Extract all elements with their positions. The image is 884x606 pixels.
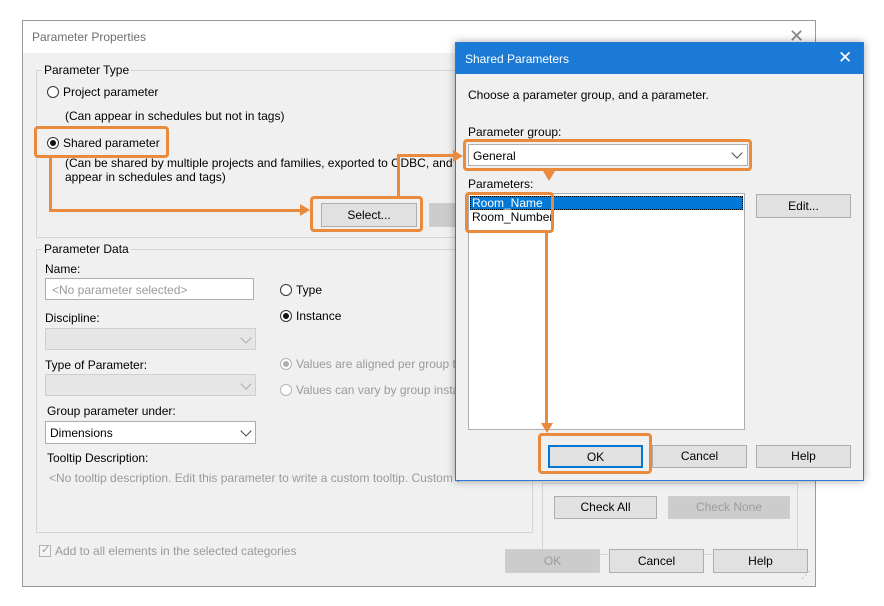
group-under-label: Group parameter under:: [47, 404, 176, 418]
parameter-group-highlight: [463, 139, 752, 171]
group-under-value: Dimensions: [50, 426, 113, 440]
tooltip-label: Tooltip Description:: [47, 451, 149, 465]
project-parameter-label: Project parameter: [63, 85, 159, 99]
parameter-data-group-label: Parameter Data: [42, 242, 131, 256]
dialog-titlebar: Shared Parameters ✕: [456, 43, 863, 74]
name-placeholder: <No parameter selected>: [52, 283, 188, 297]
discipline-label: Discipline:: [45, 311, 100, 325]
chevron-down-icon: [240, 332, 252, 344]
shared-parameter-highlight: [34, 126, 169, 158]
connector-line: [49, 158, 52, 212]
parameters-highlight: [465, 192, 554, 233]
values-vary-label: Values can vary by group insta: [296, 383, 460, 397]
name-field[interactable]: <No parameter selected>: [45, 278, 254, 300]
parameter-type-group-label: Parameter Type: [42, 63, 132, 77]
parameter-group-label: Parameter group:: [468, 125, 562, 139]
window-title: Parameter Properties: [32, 30, 147, 44]
type-radio-label: Type: [296, 283, 323, 297]
shared-parameter-note-line2: appear in schedules and tags): [65, 170, 226, 184]
values-aligned-radio[interactable]: [280, 358, 292, 370]
connector-line: [397, 155, 400, 197]
instance-radio-label: Instance: [296, 309, 342, 323]
arrow-down-icon: [543, 171, 555, 181]
shared-parameters-dialog: Shared Parameters ✕ Choose a parameter g…: [455, 42, 864, 481]
values-vary-radio[interactable]: [280, 384, 292, 396]
arrow-right-icon: [453, 150, 463, 162]
connector-line: [49, 209, 302, 212]
help-button[interactable]: Help: [756, 445, 851, 468]
project-parameter-radio[interactable]: [47, 86, 59, 98]
instance-radio[interactable]: [280, 310, 292, 322]
ok-button[interactable]: OK: [505, 549, 600, 573]
connector-line: [545, 233, 548, 425]
shared-parameter-note-line1: (Can be shared by multiple projects and …: [65, 156, 453, 170]
type-radio[interactable]: [280, 284, 292, 296]
edit-button[interactable]: Edit...: [756, 194, 851, 218]
select-button-highlight: [310, 196, 423, 232]
arrow-right-icon: [300, 204, 310, 216]
help-button[interactable]: Help: [713, 549, 808, 573]
add-to-all-label: Add to all elements in the selected cate…: [55, 544, 297, 558]
dialog-title: Shared Parameters: [465, 52, 570, 66]
chevron-down-icon: [240, 378, 252, 390]
values-aligned-label: Values are aligned per group ty: [296, 357, 462, 371]
type-of-parameter-label: Type of Parameter:: [45, 358, 148, 372]
chevron-down-icon: [240, 425, 252, 437]
close-icon[interactable]: ✕: [838, 48, 852, 68]
arrow-down-icon: [541, 423, 553, 433]
cancel-button[interactable]: Cancel: [652, 445, 747, 468]
add-to-all-checkbox[interactable]: [39, 543, 51, 557]
name-label: Name:: [45, 262, 81, 276]
project-parameter-note: (Can appear in schedules but not in tags…: [65, 109, 285, 123]
cancel-button[interactable]: Cancel: [609, 549, 704, 573]
parameters-label: Parameters:: [468, 177, 534, 191]
group-under-dropdown[interactable]: Dimensions: [45, 421, 256, 444]
type-of-parameter-dropdown[interactable]: [45, 374, 256, 396]
resize-grip-icon[interactable]: ⋰: [801, 570, 811, 581]
categories-panel: [542, 483, 798, 555]
tooltip-text: <No tooltip description. Edit this param…: [49, 471, 460, 485]
check-none-button[interactable]: Check None: [668, 496, 790, 519]
check-all-button[interactable]: Check All: [554, 496, 657, 519]
discipline-dropdown[interactable]: [45, 328, 256, 350]
instruction-text: Choose a parameter group, and a paramete…: [468, 88, 709, 102]
ok-button-highlight: [538, 433, 652, 474]
connector-line: [397, 154, 455, 157]
